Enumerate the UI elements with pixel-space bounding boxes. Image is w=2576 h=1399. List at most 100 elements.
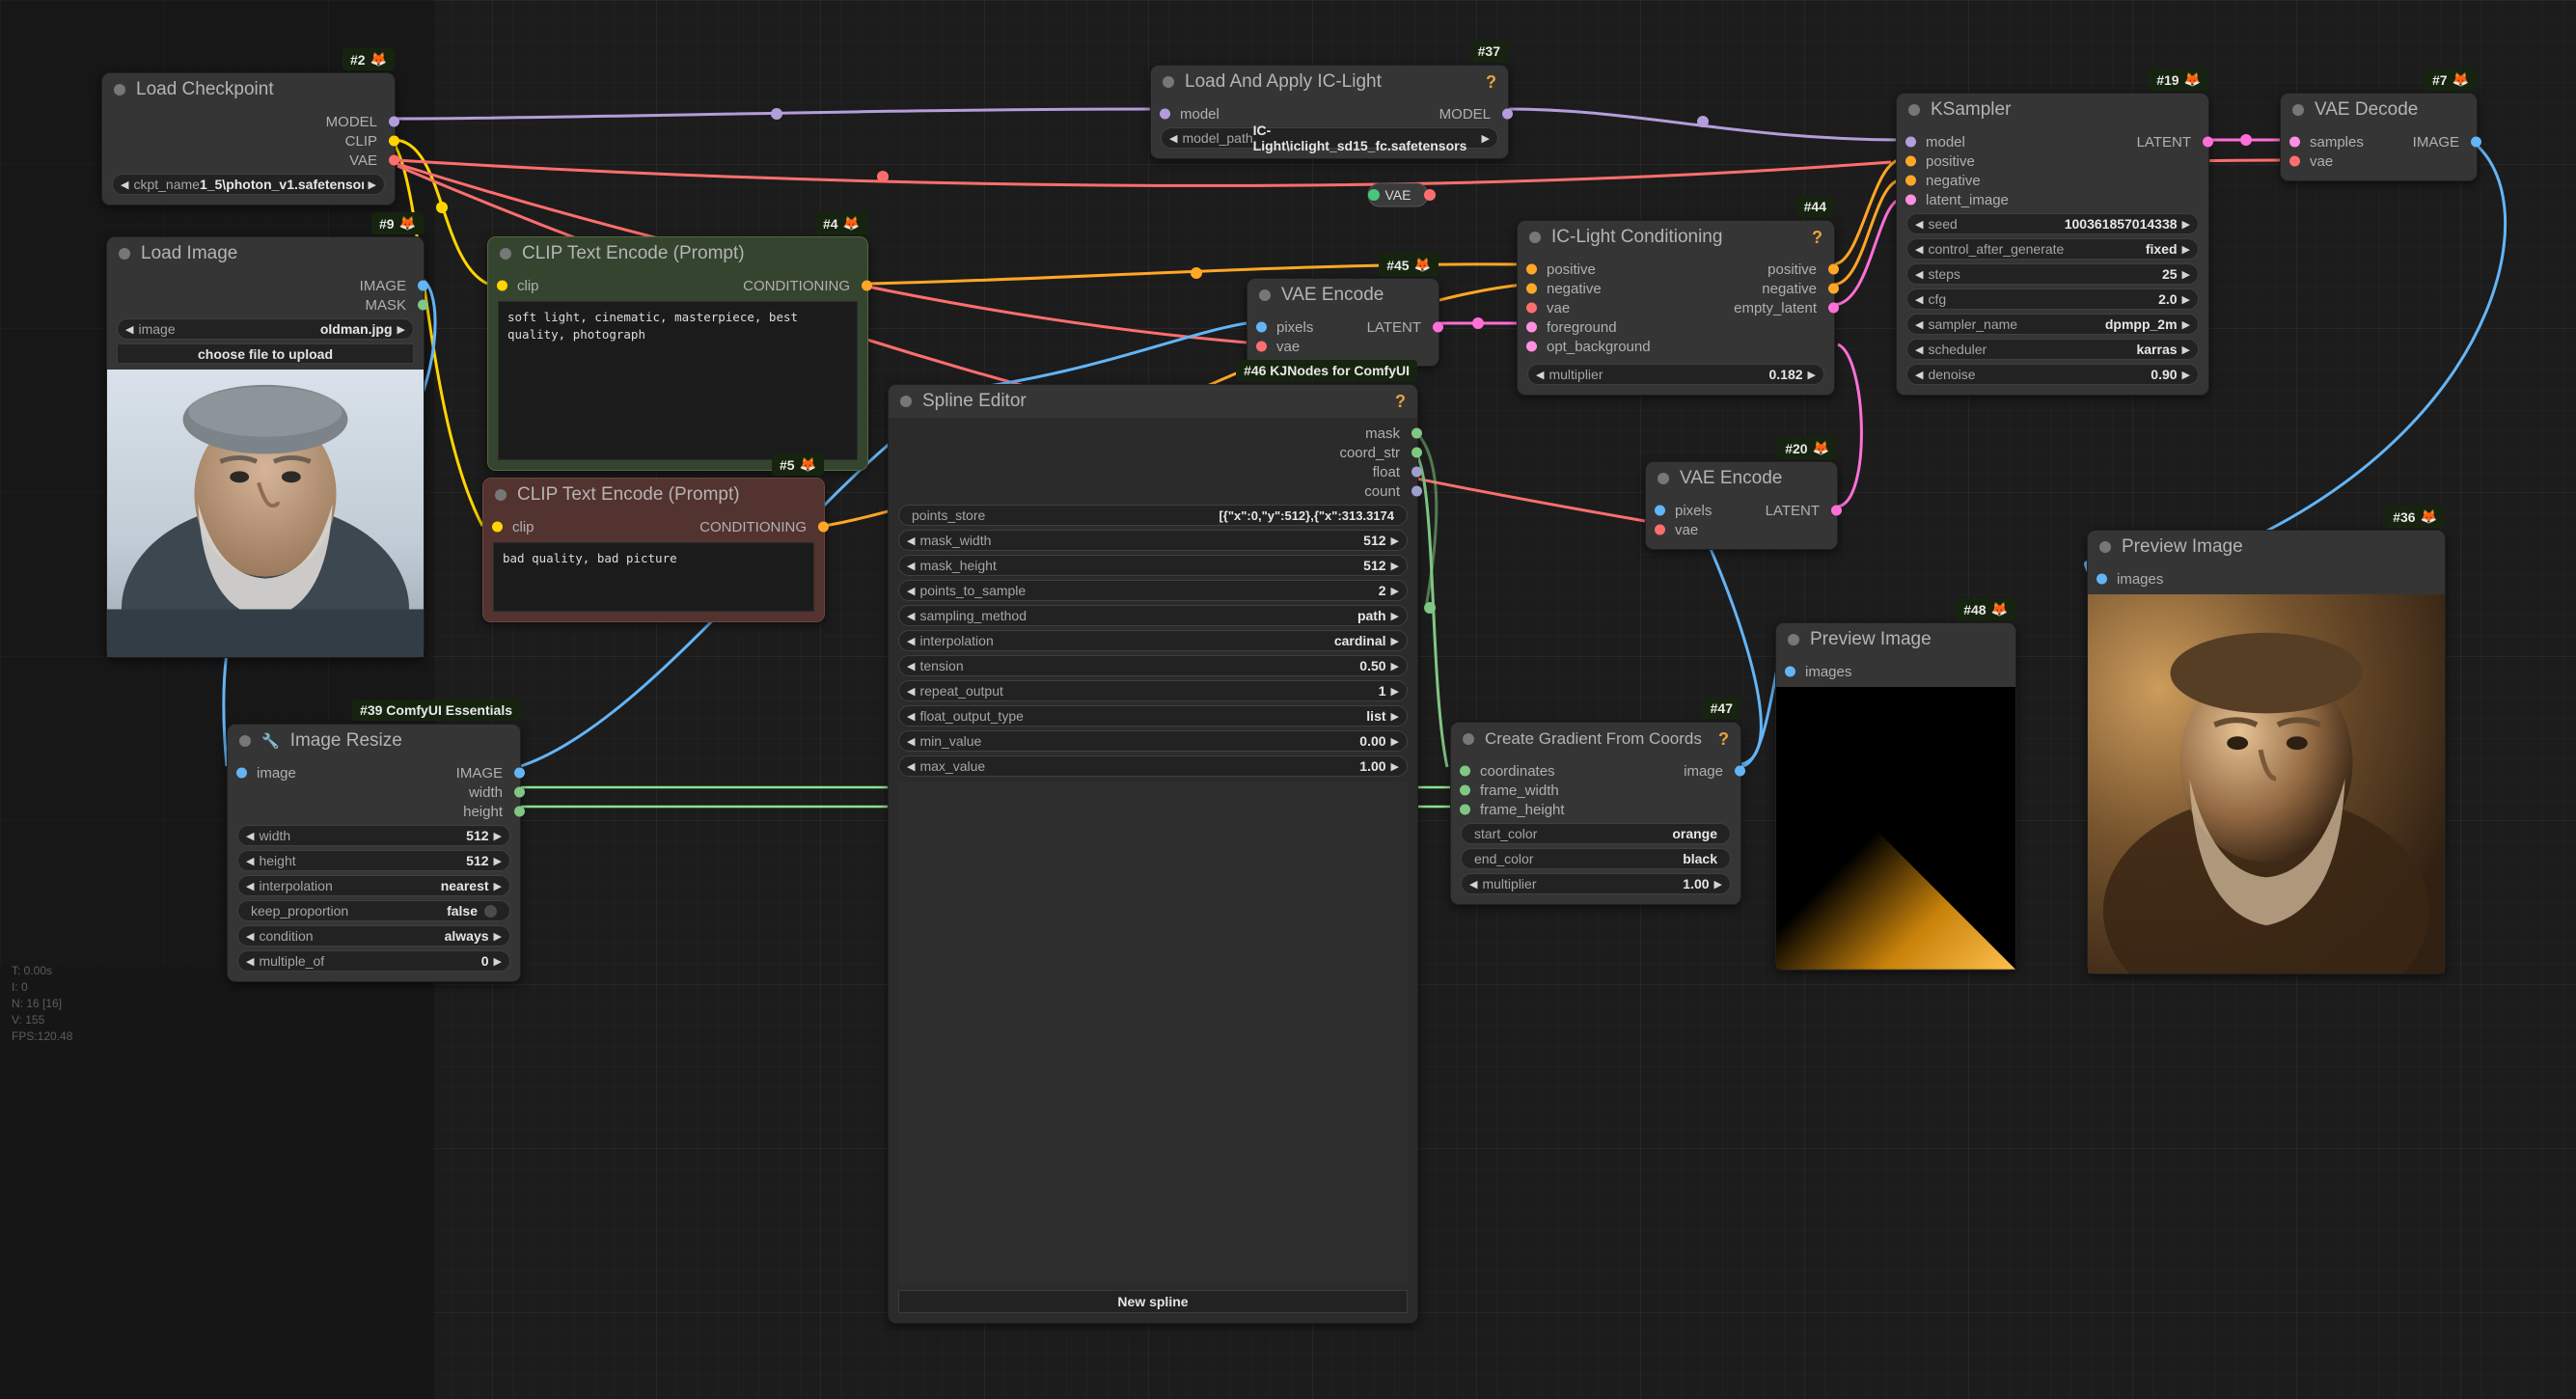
decrement-arrow-icon[interactable]: ◀ <box>907 535 915 547</box>
port-dot-frame-height[interactable] <box>1460 804 1470 815</box>
port-dot-model[interactable] <box>1160 108 1170 120</box>
increment-arrow-icon[interactable]: ▶ <box>1391 560 1399 572</box>
port-dot-width[interactable] <box>514 786 525 798</box>
decrement-arrow-icon[interactable]: ◀ <box>1915 218 1923 231</box>
port-dot-vae[interactable] <box>2289 155 2300 167</box>
port-dot-vae[interactable] <box>1526 302 1537 314</box>
node-title-bar[interactable]: Load Checkpoint <box>102 73 395 106</box>
widget-interpolation[interactable]: ◀ interpolation nearest ▶ <box>237 875 510 896</box>
input-port-coordinates[interactable]: coordinates <box>1451 761 1619 781</box>
increment-arrow-icon[interactable]: ▶ <box>1391 660 1399 672</box>
increment-arrow-icon[interactable]: ▶ <box>1391 635 1399 647</box>
port-dot-samples[interactable] <box>2289 136 2300 148</box>
spline-editor-canvas[interactable] <box>898 782 1408 1284</box>
input-port-images[interactable]: images <box>1776 662 2015 681</box>
port-dot-foreground[interactable] <box>1526 321 1537 333</box>
decrement-arrow-icon[interactable]: ◀ <box>1915 268 1923 281</box>
port-dot-model[interactable] <box>389 116 399 127</box>
node-load-image[interactable]: #9 🦊 Load Image IMAGE MASK ◀ image oldma… <box>106 212 428 659</box>
port-dot-image[interactable] <box>236 767 247 779</box>
output-port-image[interactable]: IMAGE <box>107 276 428 295</box>
increment-arrow-icon[interactable]: ▶ <box>2182 343 2190 356</box>
decrement-arrow-icon[interactable]: ◀ <box>907 585 915 597</box>
increment-arrow-icon[interactable]: ▶ <box>1391 610 1399 622</box>
node-title-bar[interactable]: VAE Encode <box>1247 279 1439 312</box>
positive-prompt-textarea[interactable]: soft light, cinematic, masterpiece, best… <box>498 301 858 460</box>
port-dot-image[interactable] <box>514 767 525 779</box>
node-title-bar[interactable]: Load And Apply IC-Light ? <box>1151 66 1508 98</box>
increment-arrow-icon[interactable]: ▶ <box>1808 369 1816 381</box>
decrement-arrow-icon[interactable]: ◀ <box>1915 243 1923 256</box>
port-dot-pixels[interactable] <box>1256 321 1267 333</box>
input-port-clip[interactable]: clip <box>483 517 654 536</box>
decrement-arrow-icon[interactable]: ◀ <box>1536 369 1544 381</box>
increment-arrow-icon[interactable]: ▶ <box>1391 685 1399 698</box>
increment-arrow-icon[interactable]: ▶ <box>1391 735 1399 748</box>
decrement-arrow-icon[interactable]: ◀ <box>907 735 915 748</box>
port-dot-vae[interactable] <box>1256 341 1267 352</box>
output-port-mask[interactable]: MASK <box>107 295 428 315</box>
port-dot-conditioning[interactable] <box>818 521 829 533</box>
port-dot-image[interactable] <box>2471 136 2481 148</box>
port-dot-model[interactable] <box>1502 108 1513 120</box>
port-dot-vae[interactable] <box>1655 524 1665 535</box>
output-port-clip[interactable]: CLIP <box>102 131 399 151</box>
increment-arrow-icon[interactable]: ▶ <box>494 880 502 892</box>
collapse-dot-icon[interactable] <box>1463 733 1474 745</box>
port-dot-model[interactable] <box>1905 136 1916 148</box>
decrement-arrow-icon[interactable]: ◀ <box>1915 343 1923 356</box>
decrement-arrow-icon[interactable]: ◀ <box>246 855 254 867</box>
increment-arrow-icon[interactable]: ▶ <box>1391 585 1399 597</box>
input-port-frame-height[interactable]: frame_height <box>1451 800 1619 819</box>
node-title-bar[interactable]: Preview Image <box>2088 531 2445 563</box>
node-title-bar[interactable]: 🔧 Image Resize <box>228 725 520 757</box>
input-port-pixels[interactable]: pixels <box>1247 317 1343 337</box>
widget-repeat-output[interactable]: ◀ repeat_output 1 ▶ <box>898 680 1408 701</box>
port-dot-positive[interactable] <box>1526 263 1537 275</box>
widget-tension[interactable]: ◀ tension 0.50 ▶ <box>898 655 1408 676</box>
port-dot-vae[interactable] <box>389 154 399 166</box>
input-port-model[interactable]: model <box>1151 104 1329 123</box>
collapse-dot-icon[interactable] <box>1163 76 1174 88</box>
help-icon[interactable]: ? <box>1395 392 1406 412</box>
input-port-vae[interactable]: vae <box>1247 337 1343 356</box>
decrement-arrow-icon[interactable]: ◀ <box>246 930 254 943</box>
port-dot-coord-str[interactable] <box>1411 447 1422 458</box>
input-port-opt-background[interactable]: opt_background <box>1518 337 1676 356</box>
new-spline-button[interactable]: New spline <box>898 1290 1408 1313</box>
port-dot-height[interactable] <box>514 806 525 817</box>
node-title-bar[interactable]: Create Gradient From Coords ? <box>1451 723 1740 755</box>
port-dot-empty-latent[interactable] <box>1828 302 1839 314</box>
output-port-positive[interactable]: positive <box>1676 260 1839 279</box>
port-dot-frame-width[interactable] <box>1460 784 1470 796</box>
decrement-arrow-icon[interactable]: ◀ <box>907 635 915 647</box>
output-port-conditioning[interactable]: CONDITIONING <box>678 276 872 295</box>
output-port-latent[interactable]: LATENT <box>1741 501 1842 520</box>
input-port-vae[interactable]: vae <box>1646 520 1741 539</box>
node-title-bar[interactable]: CLIP Text Encode (Prompt) <box>483 479 824 511</box>
widget-sampler-name[interactable]: ◀ sampler_name dpmpp_2m ▶ <box>1906 314 2199 335</box>
port-dot-positive[interactable] <box>1828 263 1839 275</box>
input-port-model[interactable]: model <box>1897 132 2069 151</box>
node-ksampler[interactable]: #19 🦊 KSampler model positive negative l… <box>1896 69 2213 396</box>
node-title-bar[interactable]: KSampler <box>1897 94 2208 126</box>
collapse-dot-icon[interactable] <box>119 248 130 260</box>
decrement-arrow-icon[interactable]: ◀ <box>1915 293 1923 306</box>
widget-mask-height[interactable]: ◀ mask_height 512 ▶ <box>898 555 1408 576</box>
widget-end-color[interactable]: end_color black <box>1461 848 1731 869</box>
widget-cfg[interactable]: ◀ cfg 2.0 ▶ <box>1906 288 2199 310</box>
port-dot-image[interactable] <box>418 280 428 291</box>
output-port-negative[interactable]: negative <box>1676 279 1839 298</box>
node-preview-image-36[interactable]: #36 🦊 Preview Image images <box>2087 506 2446 974</box>
port-dot-count[interactable] <box>1411 485 1422 497</box>
widget-model-path[interactable]: ◀ model_path IC-Light\iclight_sd15_fc.saf… <box>1161 123 1498 153</box>
widget-points-to-sample[interactable]: ◀ points_to_sample 2 ▶ <box>898 580 1408 601</box>
node-title-bar[interactable]: IC-Light Conditioning ? <box>1518 221 1834 254</box>
input-port-clip[interactable]: clip <box>488 276 678 295</box>
node-title-bar[interactable]: VAE Decode <box>2281 94 2477 126</box>
input-port-pixels[interactable]: pixels <box>1646 501 1741 520</box>
widget-steps[interactable]: ◀ steps 25 ▶ <box>1906 263 2199 285</box>
increment-arrow-icon[interactable]: ▶ <box>2182 243 2190 256</box>
port-dot-negative[interactable] <box>1828 283 1839 294</box>
widget-points-store[interactable]: points_store [{"x":0,"y":512},{"x":313.3… <box>898 505 1408 526</box>
